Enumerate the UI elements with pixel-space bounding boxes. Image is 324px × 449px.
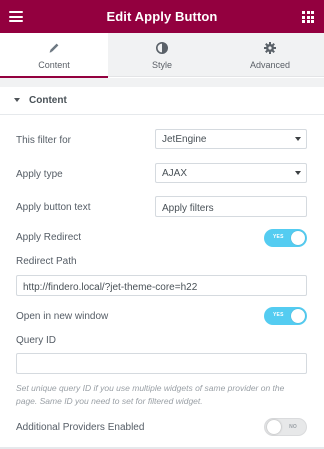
panel-tabs: Content Style Advanced	[0, 33, 324, 78]
tab-label: Content	[38, 60, 70, 70]
grid-icon[interactable]	[302, 11, 314, 23]
pencil-icon	[49, 43, 59, 53]
toggle-knob	[267, 420, 281, 434]
toggle-state-text: YES	[273, 234, 284, 240]
toggle-state-text: YES	[273, 312, 284, 318]
apply-button-text-field[interactable]	[155, 196, 307, 217]
apply-type-value: AJAX	[162, 168, 188, 179]
redirect-path-label: Redirect Path	[16, 256, 77, 267]
gear-icon	[264, 42, 276, 54]
filter-for-select[interactable]: JetEngine	[155, 129, 307, 149]
tab-label: Advanced	[249, 60, 291, 70]
toggle-state-text: NO	[289, 424, 297, 430]
query-id-hint: Set unique query ID if you use multiple …	[16, 383, 285, 406]
panel-title: Edit Apply Button	[106, 9, 218, 24]
apply-button-text-label: Apply button text	[16, 202, 91, 213]
toggle-knob	[291, 231, 305, 245]
additional-providers-toggle[interactable]: NO	[264, 418, 307, 436]
query-id-field[interactable]	[16, 353, 307, 374]
panel-header: Edit Apply Button	[0, 0, 324, 33]
open-new-window-label: Open in new window	[16, 311, 109, 322]
apply-type-label: Apply type	[16, 169, 63, 180]
tab-advanced[interactable]: Advanced	[216, 33, 324, 77]
chevron-down-icon	[295, 171, 301, 175]
caret-down-icon	[14, 98, 20, 102]
chevron-down-icon	[295, 137, 301, 141]
redirect-path-field[interactable]	[16, 275, 307, 296]
half-circle-icon	[156, 42, 168, 54]
filter-for-label: This filter for	[16, 135, 72, 146]
apply-redirect-toggle[interactable]: YES	[264, 229, 307, 247]
apply-redirect-label: Apply Redirect	[16, 232, 82, 243]
open-new-window-toggle[interactable]: YES	[264, 307, 307, 325]
apply-type-select[interactable]: AJAX	[155, 163, 307, 183]
toggle-knob	[291, 309, 305, 323]
query-id-label: Query ID	[16, 335, 57, 346]
additional-providers-label: Additional Providers Enabled	[16, 422, 145, 433]
section-spacer	[0, 78, 324, 87]
section-header-content[interactable]: Content	[0, 87, 324, 115]
section-title: Content	[29, 95, 67, 106]
filter-for-value: JetEngine	[162, 134, 207, 145]
tab-style[interactable]: Style	[108, 33, 216, 77]
tab-label: Style	[151, 60, 172, 70]
tab-content[interactable]: Content	[0, 33, 108, 78]
